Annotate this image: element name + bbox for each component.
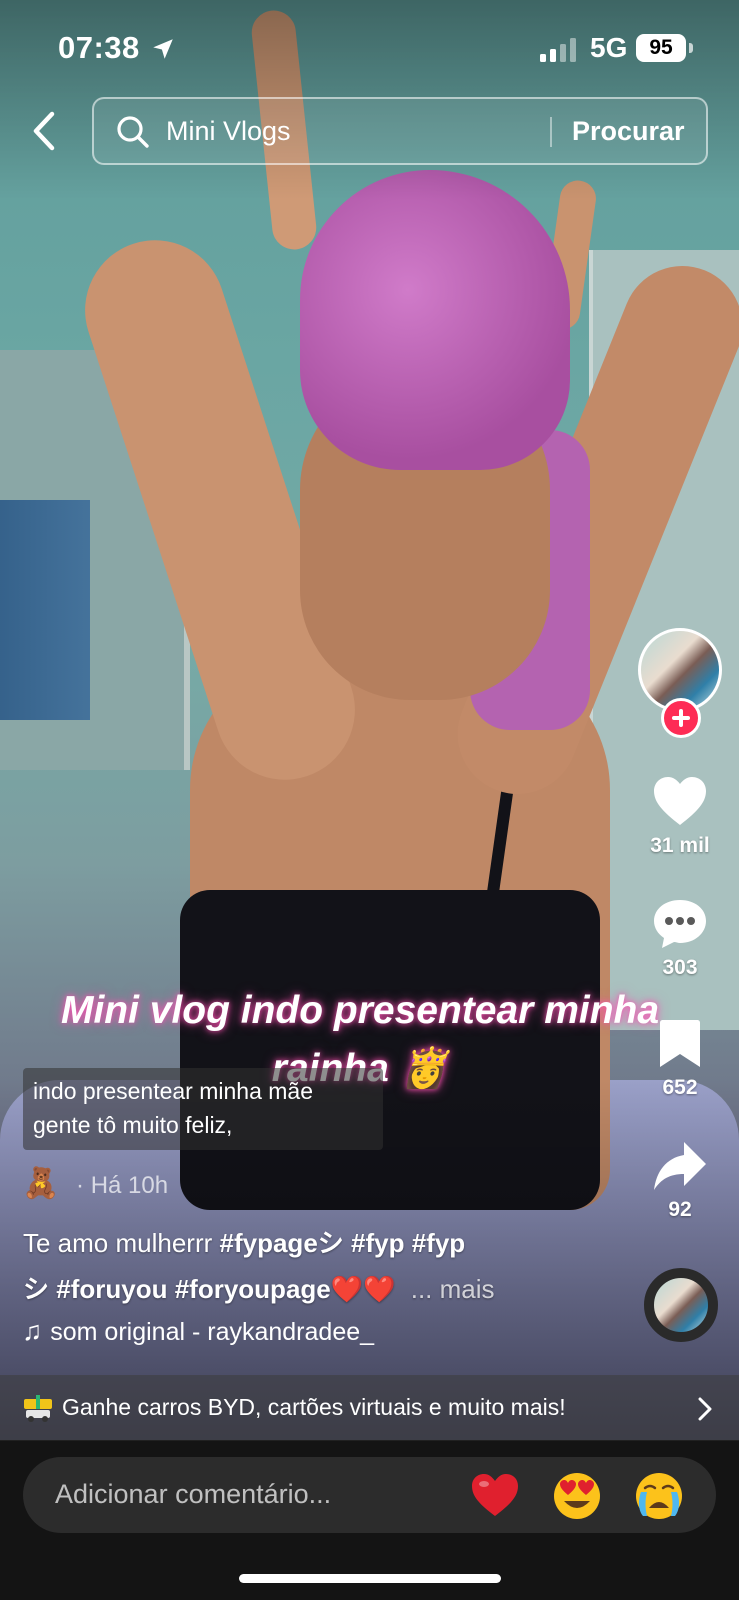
cellular-signal-icon — [540, 38, 576, 62]
sound-label[interactable]: ♫ som original - raykandradee_ — [22, 1316, 374, 1347]
like-count: 31 mil — [650, 834, 710, 857]
comment-input[interactable]: Adicionar comentário... — [23, 1457, 716, 1533]
heart-eyes-emoji-button[interactable] — [551, 1470, 603, 1522]
post-time: · Há 10h — [76, 1172, 169, 1199]
battery-icon: 95 — [636, 34, 686, 62]
bookmark-icon — [660, 1020, 700, 1067]
heart-icon — [654, 777, 706, 825]
share-arrow-icon — [654, 1142, 706, 1190]
hashtag[interactable]: #fyp — [412, 1228, 465, 1258]
promo-text: Ganhe carros BYD, cartões virtuais e mui… — [62, 1394, 566, 1420]
author-name[interactable]: 🧸 — [22, 1167, 59, 1200]
share-button[interactable]: 92 — [630, 1140, 730, 1222]
bottom-bar: Adicionar comentário... — [0, 1441, 739, 1600]
hashtag[interactable]: #foryoupage❤️❤️ — [175, 1274, 396, 1304]
video-person-towel — [300, 170, 570, 470]
subtitle-line: gente tô muito feliz, — [33, 1112, 233, 1138]
sound-name: som original - raykandradee_ — [50, 1318, 375, 1346]
battery-tip — [689, 43, 693, 53]
crying-emoji-button[interactable] — [633, 1470, 685, 1522]
back-chevron-icon[interactable] — [26, 108, 62, 154]
comment-placeholder: Adicionar comentário... — [55, 1479, 332, 1509]
search-icon — [117, 116, 149, 148]
heart-emoji-button[interactable] — [469, 1470, 521, 1522]
comment-button[interactable]: 303 — [630, 898, 730, 980]
video-bg-clothes — [0, 500, 90, 720]
location-arrow-icon — [153, 39, 173, 59]
promo-banner[interactable]: Ganhe carros BYD, cartões virtuais e mui… — [0, 1375, 739, 1441]
search-divider — [550, 117, 552, 147]
caption-more-link[interactable]: ... mais — [411, 1274, 495, 1304]
status-time: 07:38 — [58, 30, 140, 65]
chevron-right-icon — [698, 1397, 712, 1421]
post-meta: 🧸 · Há 10h — [22, 1166, 168, 1201]
sound-disc[interactable] — [644, 1268, 718, 1342]
search-bar[interactable]: Mini Vlogs Procurar — [92, 97, 708, 165]
comment-count: 303 — [662, 956, 698, 979]
hashtag[interactable]: #foruyou — [56, 1274, 167, 1304]
caption[interactable]: Te amo mulherrr #fypageシ #fyp #fyp シ #fo… — [23, 1220, 583, 1312]
like-button[interactable]: 31 mil — [630, 776, 730, 858]
caption-text: Te amo mulherrr — [23, 1228, 213, 1258]
share-count: 92 — [668, 1198, 692, 1221]
home-indicator — [239, 1574, 501, 1583]
hashtag[interactable]: #fypageシ — [220, 1228, 344, 1258]
comment-bubble-icon — [654, 900, 706, 948]
save-count: 652 — [662, 1076, 698, 1099]
search-submit-button[interactable]: Procurar — [572, 116, 685, 147]
gift-car-icon — [24, 1395, 52, 1422]
search-query[interactable]: Mini Vlogs — [166, 116, 291, 147]
follow-plus-button[interactable] — [661, 698, 701, 738]
hashtag[interactable]: #fyp — [351, 1228, 404, 1258]
network-type: 5G — [590, 32, 628, 63]
subtitle-box: indo presentear minha mãe gente tô muito… — [23, 1068, 383, 1150]
status-bar: 07:38 5G 95 — [0, 0, 739, 96]
hashtag[interactable]: シ — [23, 1274, 49, 1304]
save-button[interactable]: 652 — [630, 1018, 730, 1100]
music-note-icon: ♫ — [22, 1316, 43, 1346]
subtitle-line: indo presentear minha mãe — [33, 1078, 313, 1104]
